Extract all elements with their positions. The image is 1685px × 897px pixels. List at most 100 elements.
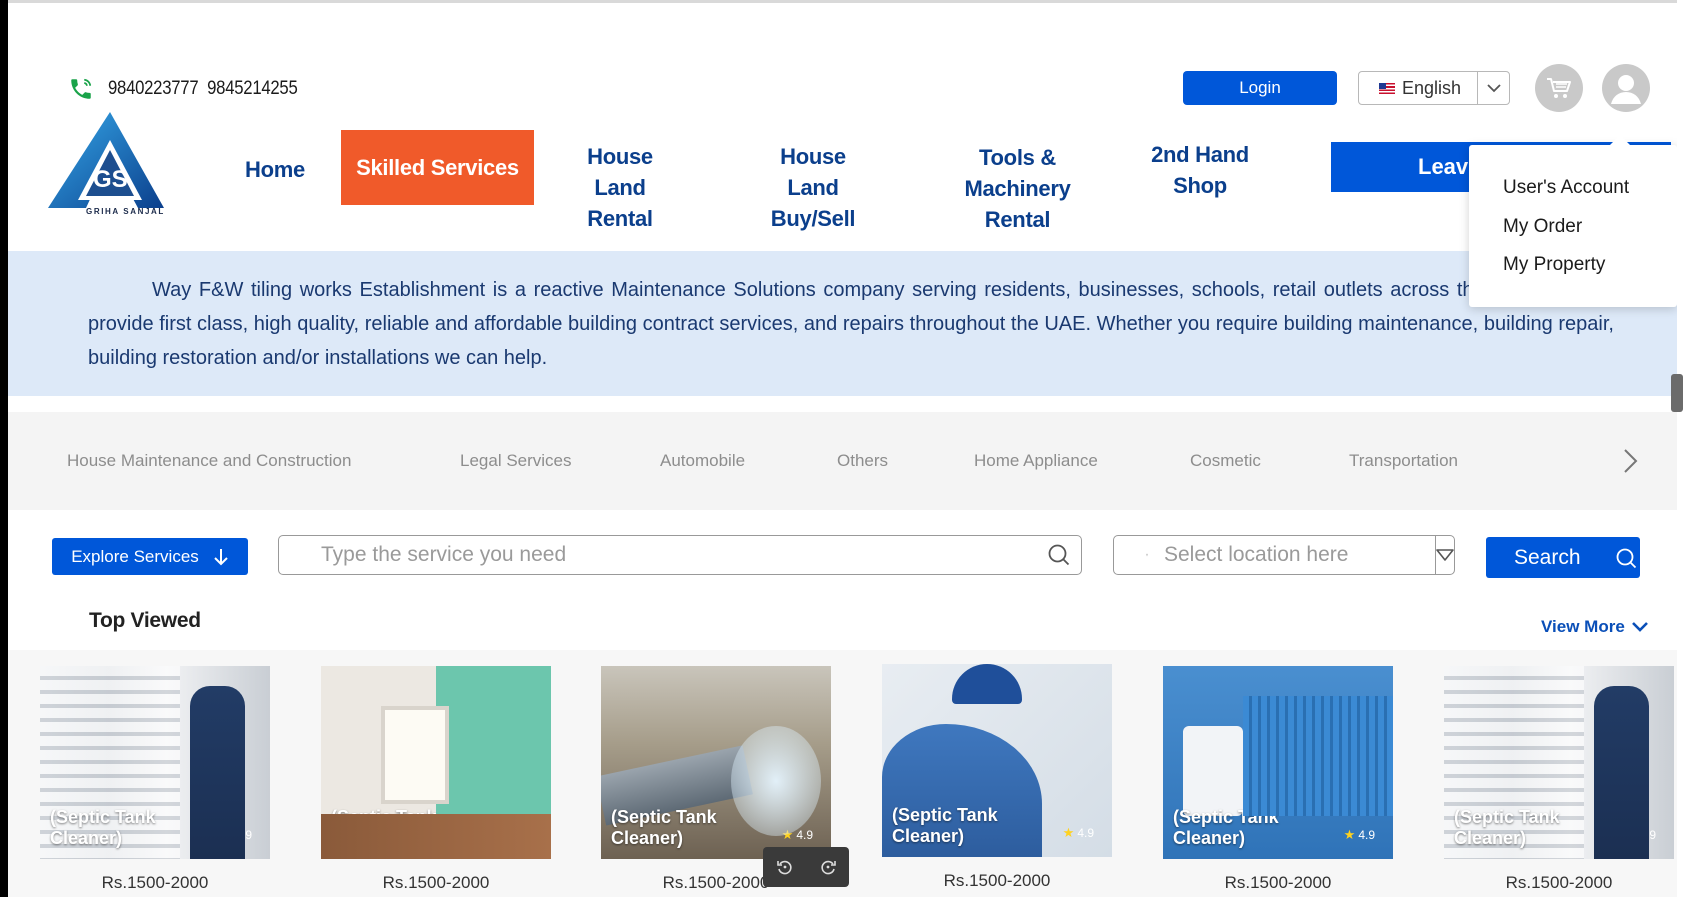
rating-badge: ★ 4.9 [221,827,252,843]
rating-badge: ★ 4.9 [1063,825,1094,841]
phone-icon [71,78,92,99]
location-input[interactable] [1164,543,1435,567]
service-image: (Septic Tank Cleaner) ★ 4.9 [1163,666,1393,859]
intro-banner: Way F&W tiling works Establishment is a … [8,251,1677,396]
star-icon: ★ [501,827,514,842]
menu-item-users-account[interactable]: User's Account [1469,169,1677,208]
chevron-right-icon[interactable] [1618,446,1642,476]
nav-house-land-buy-sell[interactable]: House Land Buy/Sell [753,141,873,234]
location-dropdown-toggle[interactable] [1435,536,1454,574]
location-select[interactable] [1113,535,1455,575]
category-legal-services[interactable]: Legal Services [460,451,572,471]
scrollbar-thumb[interactable] [1671,374,1683,412]
arrow-down-icon [214,548,228,565]
service-caption: (Septic Tank Cleaner) [331,807,437,848]
nav-tools-machinery-rental[interactable]: Tools & Machinery Rental [930,142,1105,235]
user-icon [1611,75,1641,104]
category-home-appliance[interactable]: Home Appliance [974,451,1098,471]
rating-value: 4.9 [1639,828,1656,842]
service-search-input[interactable] [321,543,1047,567]
nav-label-line-2: Shop [1173,173,1227,198]
svg-text:GS: GS [93,166,128,193]
category-automobile[interactable]: Automobile [660,451,745,471]
service-card[interactable]: (Septic Tank Cleaner) ★ 4.9 Rs.1500-2000 [40,666,270,893]
user-account-button[interactable] [1602,64,1650,112]
nav-label-line-1: 2nd Hand [1151,142,1249,167]
service-image: (Septic Tank Cleaner) ★ 4.9 [601,666,831,859]
top-border [0,0,1685,3]
service-price: Rs.1500-2000 [1224,873,1332,892]
location-pin-icon [1146,553,1148,557]
chevron-down-icon[interactable] [1477,72,1509,104]
service-card[interactable]: (Septic Tank Cleaner) ★ 4.9 Rs.1500-2000 [321,666,551,893]
phone-number-2[interactable]: 9845214255 [207,78,298,100]
service-image: (Septic Tank Cleaner) ★ 4.9 [882,664,1112,857]
section-title-top-viewed: Top Viewed [89,609,201,632]
search-icon[interactable] [1047,543,1071,567]
explore-services-button[interactable]: Explore Services [52,538,248,575]
us-flag-icon [1379,82,1395,94]
menu-item-my-property[interactable]: My Property [1469,246,1677,285]
left-edge [0,0,8,897]
service-card[interactable]: (Septic Tank Cleaner) ★ 4.9 Rs.1500-2000 [882,664,1112,891]
nav-home[interactable]: Home [231,154,319,185]
nav-label-line-1: Tools & Machinery [964,145,1071,201]
category-bar: House Maintenance and Construction Legal… [8,412,1677,510]
category-others[interactable]: Others [837,451,888,471]
phone-contact: 9840223777 9845214255 [68,76,323,102]
search-icon [1616,548,1636,568]
rating-badge: ★ 4.9 [1344,827,1375,843]
service-caption: (Septic Tank Cleaner) [892,805,998,846]
category-transportation[interactable]: Transportation [1349,451,1458,471]
view-more-link[interactable]: View More [1541,617,1649,637]
star-icon: ★ [781,827,794,842]
service-image: (Septic Tank Cleaner) ★ 4.9 [321,666,551,859]
service-caption: (Septic Tank Cleaner) [1454,807,1560,848]
explore-services-label: Explore Services [71,546,199,566]
nav-label-line-2: Rental [587,206,653,231]
rating-badge: ★ 4.9 [502,827,533,843]
search-button-label: Search [1514,545,1581,569]
menu-item-my-order[interactable]: My Order [1469,208,1677,247]
login-button[interactable]: Login [1183,71,1337,105]
cart-button[interactable] [1535,64,1583,112]
star-icon: ★ [220,827,233,842]
service-price: Rs.1500-2000 [382,873,490,892]
rotate-left-icon[interactable] [776,858,794,876]
service-card[interactable]: (Septic Tank Cleaner) ★ 4.9 Rs.1500-2000 [1444,666,1674,893]
rotate-right-icon[interactable] [819,858,837,876]
chevron-down-icon [1631,622,1648,632]
star-icon: ★ [1343,827,1356,842]
service-caption: (Septic Tank Cleaner) [1173,807,1279,848]
service-image: (Septic Tank Cleaner) ★ 4.9 [1444,666,1674,859]
phone-number-1[interactable]: 9840223777 [108,78,199,100]
griha-sanjal-logo[interactable]: GS [46,110,164,218]
star-icon: ★ [1624,827,1637,842]
search-button[interactable]: Search [1486,537,1640,578]
rating-value: 4.9 [516,828,533,842]
nav-skilled-services[interactable]: Skilled Services [341,130,534,205]
service-price: Rs.1500-2000 [943,871,1051,890]
triangle-down-icon [1436,549,1454,561]
rating-value: 4.9 [1358,828,1375,842]
rating-badge: ★ 4.9 [1625,827,1656,843]
category-cosmetic[interactable]: Cosmetic [1190,451,1261,471]
service-caption: (Septic Tank Cleaner) [50,807,156,848]
language-select[interactable]: English [1358,71,1510,105]
service-caption: (Septic Tank Cleaner) [611,807,717,848]
nav-2nd-hand-shop[interactable]: 2nd Hand Shop [1150,139,1250,201]
right-edge [1677,0,1685,897]
star-icon: ★ [1062,825,1075,840]
category-house-maintenance[interactable]: House Maintenance and Construction [67,451,351,471]
logo-text: GRIHA SANJAL [86,207,165,216]
language-label: English [1402,77,1462,98]
nav-label-line-2: Buy/Sell [770,206,856,231]
service-card[interactable]: (Septic Tank Cleaner) ★ 4.9 Rs.1500-2000 [1163,666,1393,893]
service-image: (Septic Tank Cleaner) ★ 4.9 [40,666,270,859]
image-rotate-toolbar [763,847,849,887]
rating-value: 4.9 [235,828,252,842]
nav-house-land-rental[interactable]: House Land Rental [560,141,680,234]
cart-icon [1547,78,1571,98]
service-search-box[interactable] [278,535,1082,575]
nav-label-line-1: House Land [780,144,846,200]
